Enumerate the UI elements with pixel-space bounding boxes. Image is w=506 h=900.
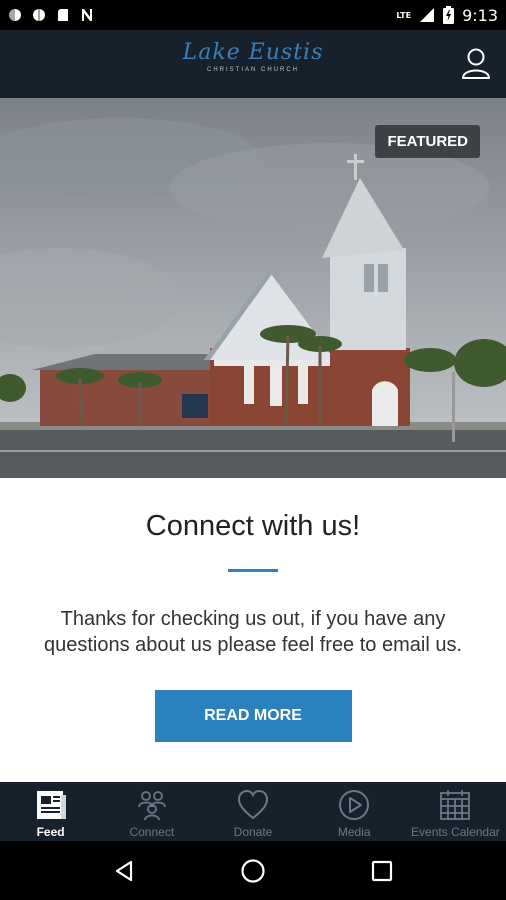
feed-card: Connect with us! Thanks for checking us … — [0, 478, 506, 782]
nav-label-feed: Feed — [36, 825, 65, 839]
home-button[interactable] — [233, 851, 273, 891]
feed-icon — [36, 791, 66, 819]
status-bar: LTE 9:13 — [0, 0, 506, 30]
card-body: Thanks for checking us out, if you have … — [43, 608, 463, 656]
nav-item-feed[interactable]: Feed — [0, 782, 101, 841]
heart-icon — [237, 789, 269, 820]
nav-item-donate[interactable]: Donate — [202, 782, 303, 841]
notification-icon — [9, 9, 21, 21]
recents-button[interactable] — [362, 851, 402, 891]
network-label: LTE — [396, 10, 412, 20]
nav-label-media: Media — [337, 825, 371, 839]
logo-subtext: CHRISTIAN CHURCH — [207, 67, 299, 73]
clock: 9:13 — [462, 5, 498, 25]
battery-icon — [443, 6, 455, 24]
notification-icon — [33, 9, 45, 21]
back-triangle-icon — [116, 860, 133, 881]
read-more-button[interactable]: READ MORE — [154, 690, 352, 742]
nav-item-events-calendar[interactable]: Events Calendar — [405, 782, 506, 841]
nav-item-connect[interactable]: Connect — [101, 782, 202, 841]
featured-badge: FEATURED — [375, 125, 480, 158]
bottom-nav: Feed Connect Donate Media Events Calenda… — [0, 782, 506, 841]
people-icon — [137, 791, 166, 821]
home-circle-icon — [241, 858, 265, 883]
title-divider — [228, 569, 278, 572]
logo-text: Lake Eustis — [182, 40, 324, 65]
user-icon[interactable] — [460, 46, 492, 80]
nav-label-connect: Connect — [129, 825, 175, 839]
play-icon — [339, 790, 370, 820]
recents-square-icon — [371, 860, 392, 881]
church-logo: Lake Eustis CHRISTIAN CHURCH — [0, 40, 506, 74]
card-title: Connect with us! — [145, 510, 361, 542]
nav-item-media[interactable]: Media — [304, 782, 405, 841]
nav-label-events-calendar: Events Calendar — [411, 825, 500, 839]
sd-card-icon — [58, 9, 68, 21]
calendar-icon — [440, 790, 471, 820]
app-bar: Lake Eustis CHRISTIAN CHURCH — [0, 30, 506, 98]
n-icon — [82, 9, 92, 21]
nav-label-donate: Donate — [233, 825, 273, 839]
app-screen: LTE 9:13 Lake Eustis CHRISTIAN CHURCH FE… — [0, 0, 506, 900]
signal-icon — [420, 8, 435, 22]
system-nav-bar — [0, 841, 506, 900]
back-button[interactable] — [104, 851, 144, 891]
featured-image[interactable]: FEATURED — [0, 98, 506, 478]
